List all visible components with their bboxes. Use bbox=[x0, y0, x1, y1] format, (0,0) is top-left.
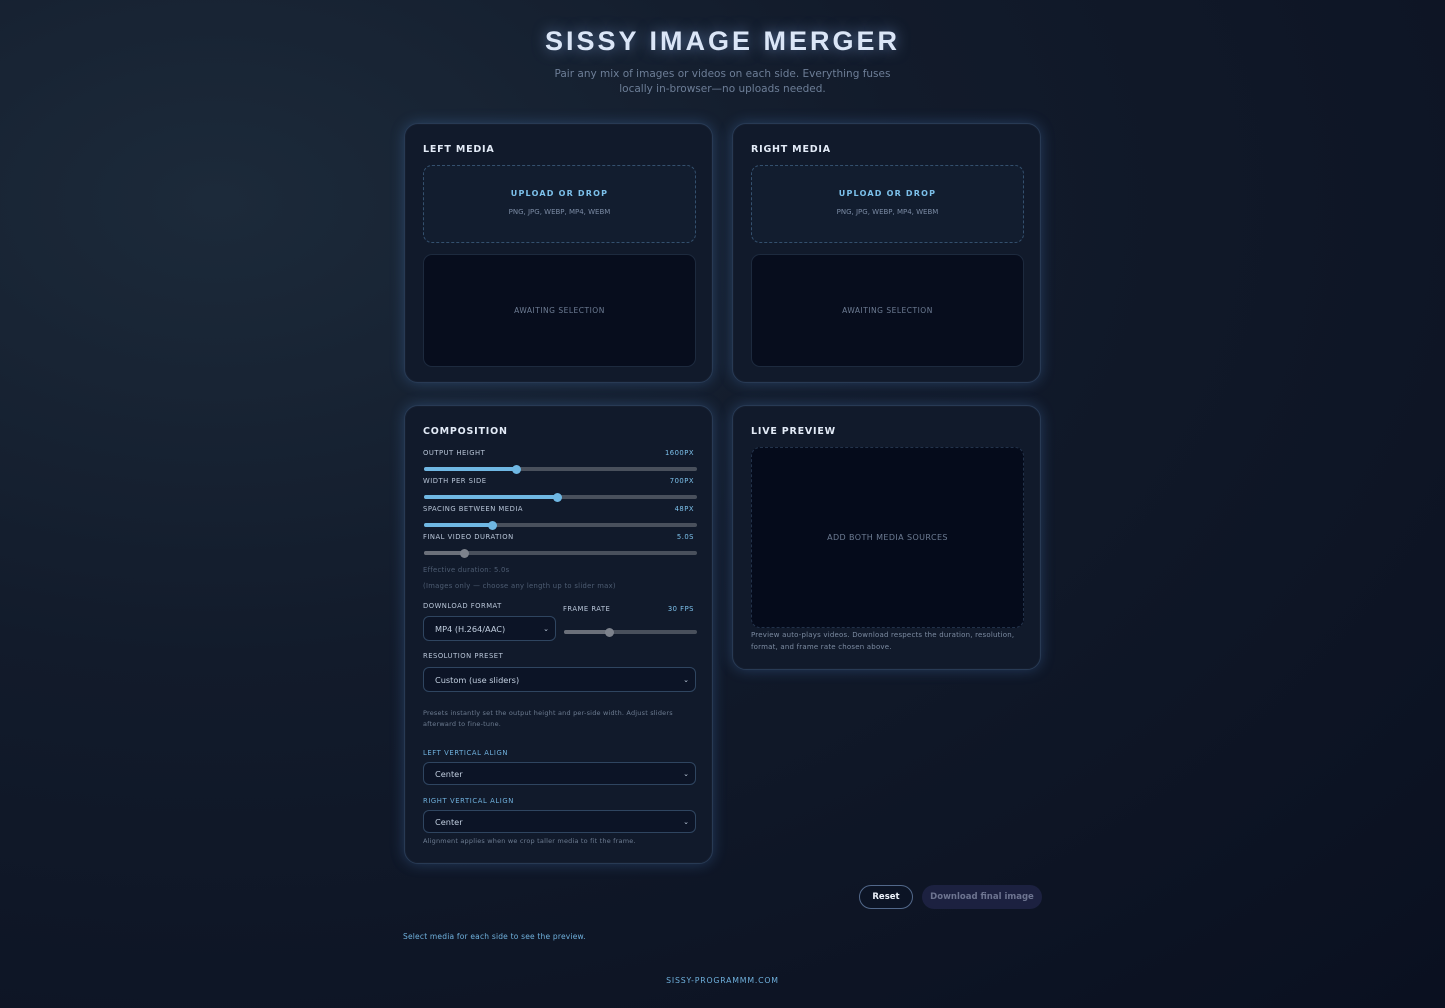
resolution-preset-value: Custom (use sliders) bbox=[435, 674, 520, 685]
left-upload-dropzone[interactable]: UPLOAD OR DROP PNG, JPG, WEBP, MP4, WEBM bbox=[423, 165, 696, 243]
effective-duration: Effective duration: 5.0s bbox=[423, 566, 510, 574]
chevron-down-icon: ⌄ bbox=[683, 675, 689, 684]
frame-rate-value: 30 FPS bbox=[667, 605, 694, 613]
download-button[interactable]: Download final image bbox=[922, 885, 1042, 909]
duration-value: 5.0S bbox=[676, 533, 694, 541]
frame-rate-label: FRAME RATE bbox=[563, 605, 611, 613]
resolution-preset-select[interactable]: Custom (use sliders) ⌄ bbox=[423, 667, 696, 692]
output-height-slider[interactable] bbox=[424, 464, 697, 474]
preview-placeholder: ADD BOTH MEDIA SOURCES bbox=[827, 533, 948, 542]
composition-title: COMPOSITION bbox=[423, 426, 508, 437]
align-help: Alignment applies when we crop taller me… bbox=[423, 837, 636, 845]
slider-thumb[interactable] bbox=[460, 548, 470, 558]
width-per-side-label: WIDTH PER SIDE bbox=[423, 477, 487, 485]
download-format-select[interactable]: MP4 (H.264/AAC) ⌄ bbox=[423, 616, 556, 641]
left-media-card: LEFT MEDIA UPLOAD OR DROP PNG, JPG, WEBP… bbox=[404, 123, 713, 383]
download-format-label: DOWNLOAD FORMAT bbox=[423, 602, 502, 610]
page-subtitle: Pair any mix of images or videos on each… bbox=[554, 68, 891, 95]
live-preview-title: LIVE PREVIEW bbox=[751, 426, 836, 437]
live-preview-card: LIVE PREVIEW ADD BOTH MEDIA SOURCES Prev… bbox=[732, 405, 1041, 670]
slider-thumb[interactable] bbox=[553, 492, 563, 502]
resolution-help: Presets instantly set the output height … bbox=[423, 709, 673, 728]
spacing-label: SPACING BETWEEN MEDIA bbox=[423, 505, 523, 513]
duration-slider[interactable] bbox=[424, 548, 697, 558]
right-align-value: Center bbox=[435, 816, 463, 827]
right-media-placeholder: AWAITING SELECTION bbox=[751, 254, 1024, 367]
right-awaiting-text: AWAITING SELECTION bbox=[842, 306, 933, 315]
left-align-select[interactable]: Center ⌄ bbox=[423, 762, 696, 785]
width-per-side-value: 700PX bbox=[669, 477, 694, 485]
images-only-note: (Images only — choose any length up to s… bbox=[423, 582, 616, 590]
slider-thumb[interactable] bbox=[487, 520, 497, 530]
preview-canvas: ADD BOTH MEDIA SOURCES bbox=[751, 447, 1024, 628]
preview-help: Preview auto-plays videos. Download resp… bbox=[751, 631, 1015, 651]
reset-button[interactable]: Reset bbox=[859, 885, 913, 909]
right-media-card: RIGHT MEDIA UPLOAD OR DROP PNG, JPG, WEB… bbox=[732, 123, 1041, 383]
slider-thumb[interactable] bbox=[604, 627, 614, 637]
footer-link[interactable]: SISSY-PROGRAMMM.COM bbox=[0, 976, 1445, 985]
left-upload-label: UPLOAD OR DROP bbox=[510, 189, 609, 198]
left-upload-formats: PNG, JPG, WEBP, MP4, WEBM bbox=[508, 208, 611, 216]
right-upload-formats: PNG, JPG, WEBP, MP4, WEBM bbox=[836, 208, 939, 216]
composition-card: COMPOSITION OUTPUT HEIGHT 1600PX WIDTH P… bbox=[404, 405, 713, 864]
duration-label: FINAL VIDEO DURATION bbox=[423, 533, 514, 541]
left-awaiting-text: AWAITING SELECTION bbox=[514, 306, 605, 315]
right-media-title: RIGHT MEDIA bbox=[751, 144, 831, 155]
left-media-title: LEFT MEDIA bbox=[423, 144, 495, 155]
spacing-slider[interactable] bbox=[424, 520, 697, 530]
download-format-value: MP4 (H.264/AAC) bbox=[435, 623, 506, 634]
left-align-value: Center bbox=[435, 768, 463, 779]
chevron-down-icon: ⌄ bbox=[683, 817, 689, 826]
frame-rate-slider[interactable] bbox=[564, 627, 697, 637]
right-upload-label: UPLOAD OR DROP bbox=[838, 189, 937, 198]
left-align-label: LEFT VERTICAL ALIGN bbox=[423, 749, 509, 757]
slider-thumb[interactable] bbox=[512, 464, 522, 474]
chevron-down-icon: ⌄ bbox=[683, 769, 689, 778]
spacing-value: 48PX bbox=[674, 505, 694, 513]
chevron-down-icon: ⌄ bbox=[543, 624, 549, 633]
right-align-label: RIGHT VERTICAL ALIGN bbox=[423, 797, 514, 805]
width-per-side-slider[interactable] bbox=[424, 492, 697, 502]
output-height-value: 1600PX bbox=[664, 449, 694, 457]
page-title: SISSY IMAGE MERGER bbox=[544, 26, 901, 56]
right-align-select[interactable]: Center ⌄ bbox=[423, 810, 696, 833]
left-media-placeholder: AWAITING SELECTION bbox=[423, 254, 696, 367]
resolution-preset-label: RESOLUTION PRESET bbox=[423, 652, 504, 660]
status-message: Select media for each side to see the pr… bbox=[403, 932, 586, 941]
output-height-label: OUTPUT HEIGHT bbox=[423, 449, 486, 457]
right-upload-dropzone[interactable]: UPLOAD OR DROP PNG, JPG, WEBP, MP4, WEBM bbox=[751, 165, 1024, 243]
